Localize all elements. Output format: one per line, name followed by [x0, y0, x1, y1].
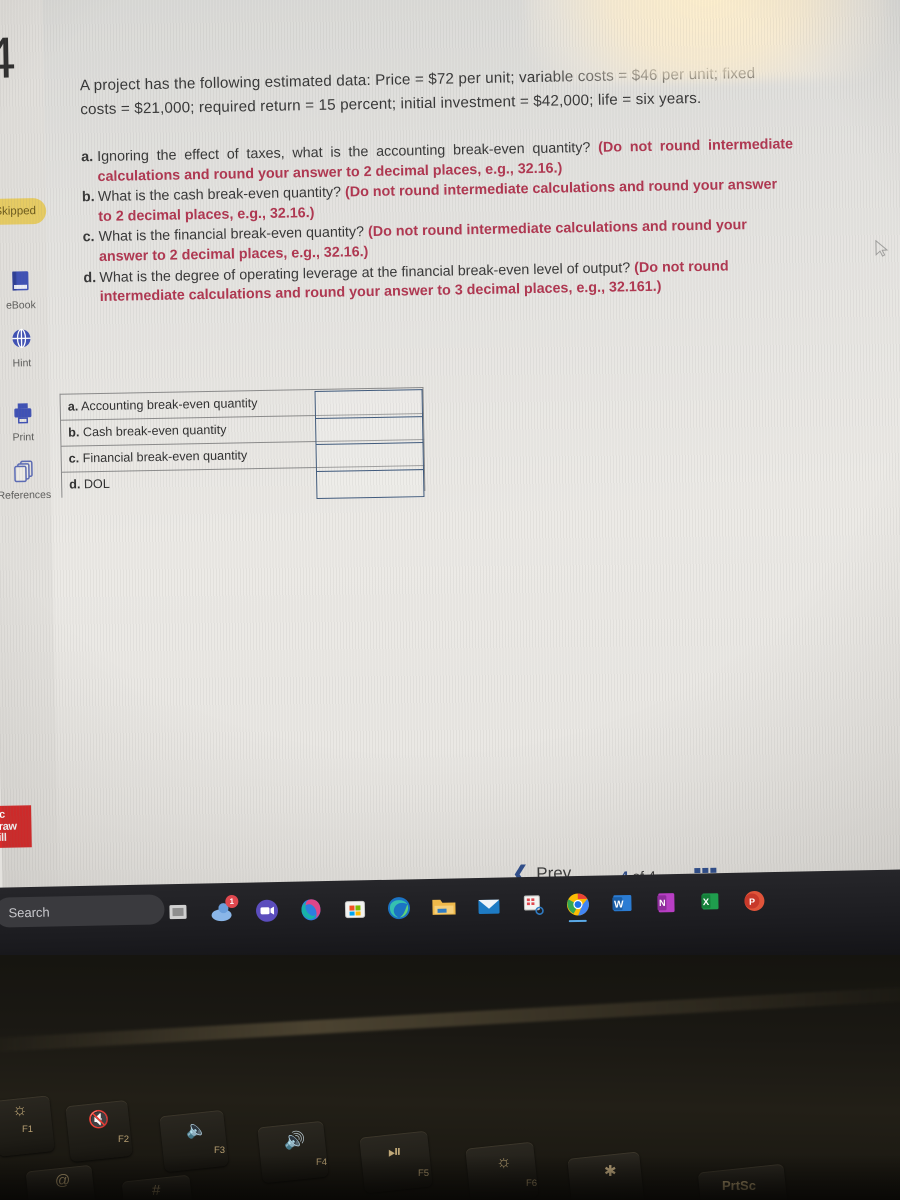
sidebar-item-label: Print: [12, 431, 35, 444]
ebook-icon: [0, 269, 50, 294]
logo-line-3: Hill: [0, 831, 7, 845]
teams-video-icon[interactable]: [254, 898, 279, 923]
volume-mute-icon: 🔇: [88, 1110, 110, 1129]
microsoft-word-icon[interactable]: W: [609, 891, 634, 916]
sidebar-item-label: Hint: [12, 357, 32, 370]
svg-text:W: W: [614, 899, 624, 910]
laptop-screen-photo: 4 ts Skipped eBook Hint Print Referen: [0, 0, 900, 1200]
mail-icon[interactable]: [476, 894, 501, 919]
sidebar-item-hint[interactable]: Hint: [0, 327, 51, 372]
sidebar-item-label: References: [0, 488, 52, 502]
answer-table: a. Accounting break-even quantity b. Cas…: [59, 387, 426, 503]
answer-input-a[interactable]: [314, 389, 423, 418]
svg-text:P: P: [749, 897, 755, 907]
part-letter: d.: [83, 269, 97, 286]
file-explorer-icon[interactable]: [430, 894, 456, 919]
teams-icon[interactable]: 1: [210, 894, 239, 924]
printer-icon: [0, 401, 52, 426]
browser-content-area: 4 ts Skipped eBook Hint Print Referen: [0, 0, 900, 976]
task-view-icon[interactable]: [166, 900, 191, 925]
microsoft-excel-icon[interactable]: X: [697, 889, 722, 914]
volume-up-icon: 🔊: [284, 1131, 306, 1150]
volume-down-icon: 🔈: [186, 1120, 208, 1139]
answer-row-label: a. Accounting break-even quantity: [67, 396, 258, 414]
sidebar-item-print[interactable]: Print: [0, 401, 52, 446]
question-left-rail: [0, 0, 60, 915]
microsoft-store-icon[interactable]: [342, 896, 367, 921]
question-body: A project has the following estimated da…: [80, 61, 796, 309]
key-label-f1: F1: [22, 1124, 34, 1135]
search-input[interactable]: Search: [0, 894, 165, 928]
answer-inputs-group: [314, 389, 425, 500]
notification-badge: 1: [225, 894, 239, 909]
copilot-icon[interactable]: [298, 897, 323, 922]
hint-globe-icon: [0, 327, 51, 352]
key-label-f2: F2: [118, 1134, 130, 1145]
answer-row-label: b. Cash break-even quantity: [68, 422, 227, 440]
part-letter: c.: [82, 229, 95, 246]
sidebar-item-ebook[interactable]: eBook: [0, 269, 50, 314]
status-badge: Skipped: [0, 197, 47, 226]
mcgraw-hill-logo: Mc Graw Hill: [0, 805, 32, 849]
svg-text:X: X: [703, 897, 710, 908]
microsoft-onenote-icon[interactable]: N: [653, 890, 678, 915]
answer-input-b[interactable]: [314, 415, 424, 445]
sidebar-item-label: eBook: [5, 299, 36, 312]
google-chrome-icon[interactable]: [565, 892, 590, 923]
sidebar-item-references[interactable]: References: [0, 459, 54, 504]
microsoft-powerpoint-icon[interactable]: P: [741, 888, 766, 913]
answer-input-d[interactable]: [315, 468, 425, 499]
references-pages-icon: [0, 459, 53, 484]
question-stem: A project has the following estimated da…: [79, 64, 756, 119]
bottom-shadow: [0, 1155, 900, 1200]
running-indicator: [568, 919, 587, 923]
question-number: 4: [0, 25, 16, 92]
part-letter: b.: [81, 189, 95, 206]
taskbar-icon-tray: 1 W N X P: [166, 875, 900, 952]
question-parts-list: a. Ignoring the effect of taxes, what is…: [81, 135, 796, 308]
keyboard-backlight-icon: ☼: [12, 1100, 28, 1119]
mouse-cursor-icon: [875, 239, 889, 257]
snipping-tool-icon[interactable]: [521, 893, 546, 918]
answer-row-label: d. DOL: [69, 476, 110, 492]
svg-text:N: N: [659, 898, 666, 908]
microsoft-edge-icon[interactable]: [386, 895, 411, 920]
answer-row-label: c. Financial break-even quantity: [68, 448, 248, 466]
answer-input-c[interactable]: [315, 442, 424, 471]
part-letter: a.: [81, 149, 94, 166]
